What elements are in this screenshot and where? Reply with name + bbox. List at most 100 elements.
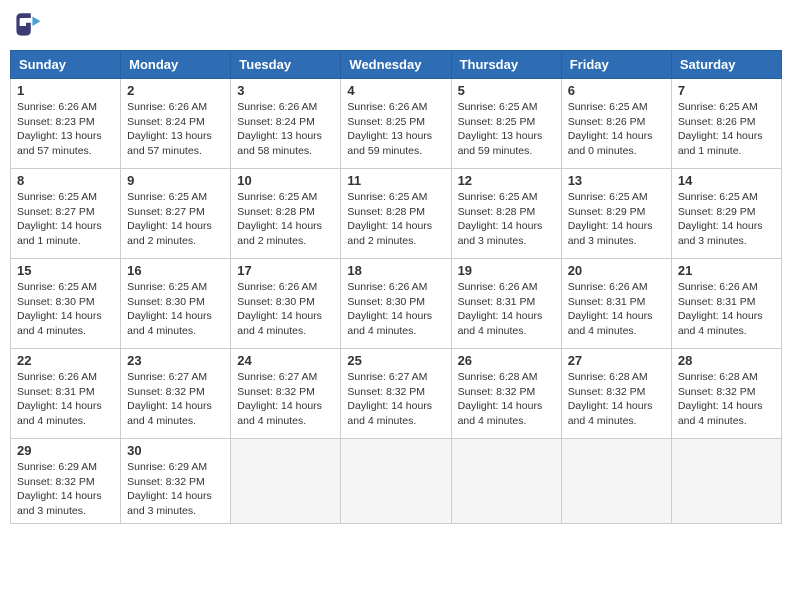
day-number: 22 (17, 353, 114, 368)
day-info: Sunrise: 6:25 AMSunset: 8:29 PMDaylight:… (568, 190, 665, 249)
calendar-day-cell: 19 Sunrise: 6:26 AMSunset: 8:31 PMDaylig… (451, 259, 561, 349)
calendar-week-row: 22 Sunrise: 6:26 AMSunset: 8:31 PMDaylig… (11, 349, 782, 439)
calendar-day-cell: 11 Sunrise: 6:25 AMSunset: 8:28 PMDaylig… (341, 169, 451, 259)
day-number: 27 (568, 353, 665, 368)
day-number: 18 (347, 263, 444, 278)
day-number: 2 (127, 83, 224, 98)
day-number: 23 (127, 353, 224, 368)
day-number: 28 (678, 353, 775, 368)
day-number: 20 (568, 263, 665, 278)
day-number: 17 (237, 263, 334, 278)
day-info: Sunrise: 6:27 AMSunset: 8:32 PMDaylight:… (127, 370, 224, 429)
calendar-table: SundayMondayTuesdayWednesdayThursdayFrid… (10, 50, 782, 524)
calendar-week-row: 15 Sunrise: 6:25 AMSunset: 8:30 PMDaylig… (11, 259, 782, 349)
calendar-day-cell: 13 Sunrise: 6:25 AMSunset: 8:29 PMDaylig… (561, 169, 671, 259)
calendar-header-row: SundayMondayTuesdayWednesdayThursdayFrid… (11, 51, 782, 79)
calendar-day-cell (671, 439, 781, 524)
day-info: Sunrise: 6:26 AMSunset: 8:30 PMDaylight:… (237, 280, 334, 339)
day-number: 13 (568, 173, 665, 188)
day-info: Sunrise: 6:25 AMSunset: 8:28 PMDaylight:… (347, 190, 444, 249)
calendar-day-cell: 7 Sunrise: 6:25 AMSunset: 8:26 PMDayligh… (671, 79, 781, 169)
general-blue-logo-icon (10, 10, 42, 42)
day-info: Sunrise: 6:27 AMSunset: 8:32 PMDaylight:… (237, 370, 334, 429)
day-number: 1 (17, 83, 114, 98)
day-info: Sunrise: 6:29 AMSunset: 8:32 PMDaylight:… (17, 460, 114, 519)
day-number: 30 (127, 443, 224, 458)
day-number: 3 (237, 83, 334, 98)
day-info: Sunrise: 6:25 AMSunset: 8:26 PMDaylight:… (678, 100, 775, 159)
day-number: 25 (347, 353, 444, 368)
day-number: 7 (678, 83, 775, 98)
day-of-week-header: Thursday (451, 51, 561, 79)
calendar-day-cell: 18 Sunrise: 6:26 AMSunset: 8:30 PMDaylig… (341, 259, 451, 349)
calendar-day-cell (451, 439, 561, 524)
calendar-day-cell: 27 Sunrise: 6:28 AMSunset: 8:32 PMDaylig… (561, 349, 671, 439)
calendar-day-cell: 15 Sunrise: 6:25 AMSunset: 8:30 PMDaylig… (11, 259, 121, 349)
calendar-day-cell: 23 Sunrise: 6:27 AMSunset: 8:32 PMDaylig… (121, 349, 231, 439)
day-number: 4 (347, 83, 444, 98)
day-number: 26 (458, 353, 555, 368)
day-number: 19 (458, 263, 555, 278)
day-number: 29 (17, 443, 114, 458)
calendar-day-cell: 14 Sunrise: 6:25 AMSunset: 8:29 PMDaylig… (671, 169, 781, 259)
day-of-week-header: Monday (121, 51, 231, 79)
day-info: Sunrise: 6:26 AMSunset: 8:31 PMDaylight:… (458, 280, 555, 339)
day-number: 14 (678, 173, 775, 188)
calendar-week-row: 8 Sunrise: 6:25 AMSunset: 8:27 PMDayligh… (11, 169, 782, 259)
day-of-week-header: Wednesday (341, 51, 451, 79)
day-info: Sunrise: 6:25 AMSunset: 8:30 PMDaylight:… (127, 280, 224, 339)
day-info: Sunrise: 6:25 AMSunset: 8:28 PMDaylight:… (237, 190, 334, 249)
day-info: Sunrise: 6:26 AMSunset: 8:31 PMDaylight:… (678, 280, 775, 339)
calendar-day-cell: 5 Sunrise: 6:25 AMSunset: 8:25 PMDayligh… (451, 79, 561, 169)
day-info: Sunrise: 6:25 AMSunset: 8:29 PMDaylight:… (678, 190, 775, 249)
day-info: Sunrise: 6:26 AMSunset: 8:31 PMDaylight:… (17, 370, 114, 429)
day-number: 6 (568, 83, 665, 98)
calendar-day-cell: 4 Sunrise: 6:26 AMSunset: 8:25 PMDayligh… (341, 79, 451, 169)
day-number: 11 (347, 173, 444, 188)
day-info: Sunrise: 6:25 AMSunset: 8:25 PMDaylight:… (458, 100, 555, 159)
day-of-week-header: Saturday (671, 51, 781, 79)
calendar-day-cell (341, 439, 451, 524)
day-info: Sunrise: 6:26 AMSunset: 8:23 PMDaylight:… (17, 100, 114, 159)
day-info: Sunrise: 6:28 AMSunset: 8:32 PMDaylight:… (678, 370, 775, 429)
day-of-week-header: Tuesday (231, 51, 341, 79)
calendar-day-cell: 8 Sunrise: 6:25 AMSunset: 8:27 PMDayligh… (11, 169, 121, 259)
day-number: 21 (678, 263, 775, 278)
calendar-week-row: 1 Sunrise: 6:26 AMSunset: 8:23 PMDayligh… (11, 79, 782, 169)
calendar-day-cell: 30 Sunrise: 6:29 AMSunset: 8:32 PMDaylig… (121, 439, 231, 524)
calendar-day-cell: 16 Sunrise: 6:25 AMSunset: 8:30 PMDaylig… (121, 259, 231, 349)
day-number: 5 (458, 83, 555, 98)
day-number: 24 (237, 353, 334, 368)
calendar-day-cell: 29 Sunrise: 6:29 AMSunset: 8:32 PMDaylig… (11, 439, 121, 524)
day-number: 10 (237, 173, 334, 188)
calendar-day-cell: 9 Sunrise: 6:25 AMSunset: 8:27 PMDayligh… (121, 169, 231, 259)
day-number: 15 (17, 263, 114, 278)
day-of-week-header: Sunday (11, 51, 121, 79)
day-info: Sunrise: 6:28 AMSunset: 8:32 PMDaylight:… (568, 370, 665, 429)
calendar-day-cell: 25 Sunrise: 6:27 AMSunset: 8:32 PMDaylig… (341, 349, 451, 439)
day-info: Sunrise: 6:25 AMSunset: 8:26 PMDaylight:… (568, 100, 665, 159)
day-info: Sunrise: 6:27 AMSunset: 8:32 PMDaylight:… (347, 370, 444, 429)
page-header (10, 10, 782, 42)
calendar-day-cell: 2 Sunrise: 6:26 AMSunset: 8:24 PMDayligh… (121, 79, 231, 169)
day-info: Sunrise: 6:25 AMSunset: 8:30 PMDaylight:… (17, 280, 114, 339)
day-number: 9 (127, 173, 224, 188)
day-number: 16 (127, 263, 224, 278)
calendar-week-row: 29 Sunrise: 6:29 AMSunset: 8:32 PMDaylig… (11, 439, 782, 524)
calendar-day-cell (231, 439, 341, 524)
calendar-day-cell: 1 Sunrise: 6:26 AMSunset: 8:23 PMDayligh… (11, 79, 121, 169)
day-info: Sunrise: 6:26 AMSunset: 8:24 PMDaylight:… (127, 100, 224, 159)
calendar-day-cell: 20 Sunrise: 6:26 AMSunset: 8:31 PMDaylig… (561, 259, 671, 349)
calendar-day-cell: 17 Sunrise: 6:26 AMSunset: 8:30 PMDaylig… (231, 259, 341, 349)
day-info: Sunrise: 6:25 AMSunset: 8:27 PMDaylight:… (17, 190, 114, 249)
logo (10, 10, 44, 42)
calendar-day-cell: 10 Sunrise: 6:25 AMSunset: 8:28 PMDaylig… (231, 169, 341, 259)
calendar-day-cell: 24 Sunrise: 6:27 AMSunset: 8:32 PMDaylig… (231, 349, 341, 439)
day-info: Sunrise: 6:29 AMSunset: 8:32 PMDaylight:… (127, 460, 224, 519)
day-info: Sunrise: 6:28 AMSunset: 8:32 PMDaylight:… (458, 370, 555, 429)
day-number: 12 (458, 173, 555, 188)
calendar-day-cell: 21 Sunrise: 6:26 AMSunset: 8:31 PMDaylig… (671, 259, 781, 349)
calendar-day-cell: 26 Sunrise: 6:28 AMSunset: 8:32 PMDaylig… (451, 349, 561, 439)
day-number: 8 (17, 173, 114, 188)
calendar-day-cell: 3 Sunrise: 6:26 AMSunset: 8:24 PMDayligh… (231, 79, 341, 169)
